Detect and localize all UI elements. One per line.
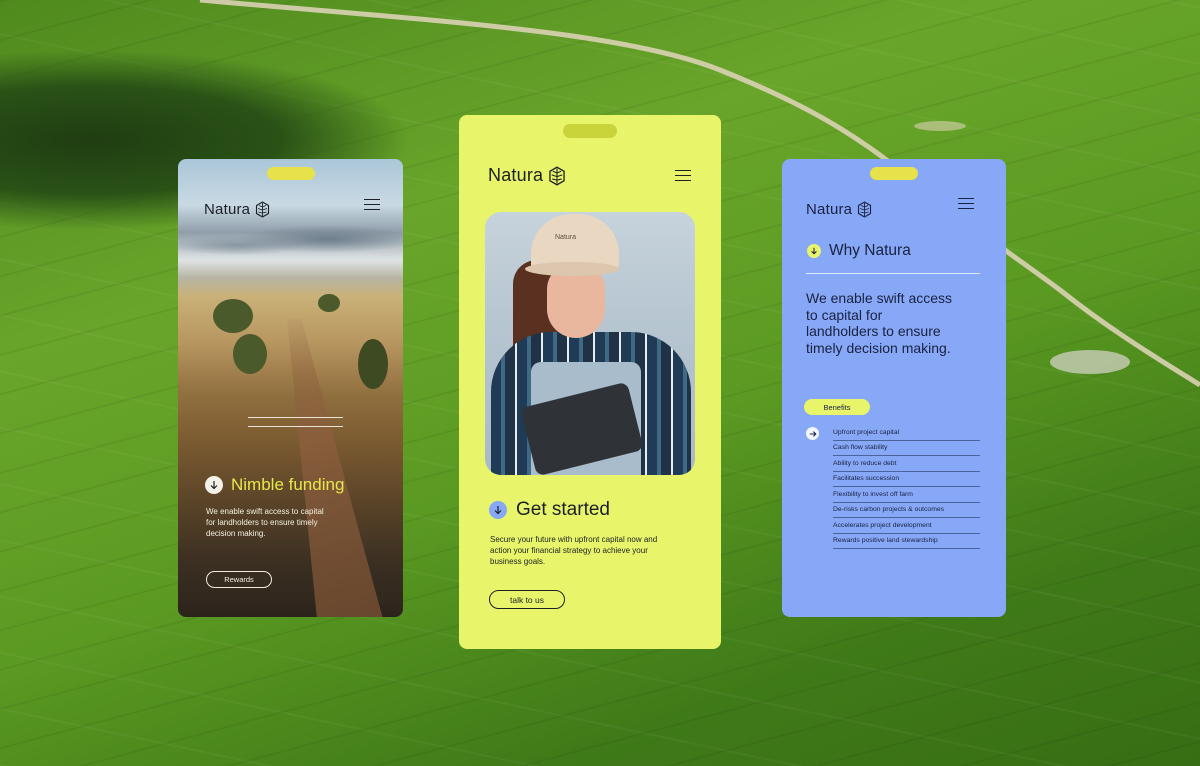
tree: [233, 334, 267, 374]
body-text: Secure your future with upfront capital …: [490, 535, 658, 566]
hamburger-menu-icon[interactable]: [675, 170, 691, 181]
statement-text: We enable swift access to capital for la…: [806, 290, 953, 356]
leaf-hexagon-icon: [858, 201, 872, 218]
benefit-list-item[interactable]: De-risks carbon projects & outcomes: [833, 503, 980, 518]
logo[interactable]: Natura: [204, 201, 270, 218]
benefit-list-item[interactable]: Ability to reduce debt: [833, 456, 980, 472]
leaf-hexagon-icon: [256, 201, 270, 218]
phone-mockup-why-natura: Natura Why Natura We enable swift access…: [782, 159, 1006, 617]
tree: [358, 339, 388, 389]
benefit-list-item[interactable]: Cash flow stability: [833, 441, 980, 456]
section-heading-text: Why Natura: [829, 242, 911, 259]
benefits-tag[interactable]: Benefits: [804, 399, 870, 415]
arrow-right-circle-icon[interactable]: [806, 427, 819, 440]
farmer-photo: Natura: [485, 212, 695, 475]
phone-notch: [563, 124, 617, 138]
rewards-button[interactable]: Rewards: [206, 571, 272, 588]
hamburger-menu-icon[interactable]: [958, 198, 974, 209]
phone-notch: [266, 167, 315, 180]
phone-notch: [870, 167, 918, 180]
benefit-list-item[interactable]: Flexibility to invest off farm: [833, 487, 980, 503]
tree: [213, 299, 253, 333]
benefit-list-item[interactable]: Accelerates project development: [833, 518, 980, 534]
arrow-down-circle-icon: [807, 244, 821, 258]
section-heading: Why Natura: [807, 242, 911, 260]
section-heading: Nimble funding: [205, 475, 344, 495]
logo-text: Natura: [204, 201, 251, 218]
logo-text: Natura: [488, 165, 544, 185]
arrow-down-circle-icon: [205, 476, 223, 494]
phone-mockup-nimble-funding: Natura Nimble funding We enable swift ac…: [178, 159, 403, 617]
phone-mockup-get-started: Natura Natura Get started Secure your fu…: [459, 115, 721, 649]
tree: [318, 294, 340, 312]
sky-clouds: [178, 221, 403, 261]
fence: [248, 417, 343, 427]
arrow-down-circle-icon: [489, 501, 507, 519]
hamburger-menu-icon[interactable]: [364, 199, 380, 210]
section-heading: Get started: [489, 499, 610, 521]
divider: [806, 273, 980, 274]
leaf-hexagon-icon: [549, 165, 565, 186]
benefit-list-item[interactable]: Facilitates succession: [833, 472, 980, 487]
body-text: We enable swift access to capital for la…: [206, 507, 324, 538]
talk-to-us-button[interactable]: talk to us: [489, 590, 565, 609]
logo-text: Natura: [806, 201, 853, 218]
section-heading-text: Nimble funding: [231, 475, 345, 494]
logo[interactable]: Natura: [806, 201, 872, 218]
logo[interactable]: Natura: [488, 165, 566, 186]
section-heading-text: Get started: [516, 499, 610, 520]
benefit-list-item[interactable]: Upfront project capital: [833, 425, 980, 441]
cap-logo-text: Natura: [555, 234, 577, 241]
benefit-list-item[interactable]: Rewards positive land stewardship: [833, 534, 980, 549]
photo-cap-brim: [525, 262, 619, 276]
